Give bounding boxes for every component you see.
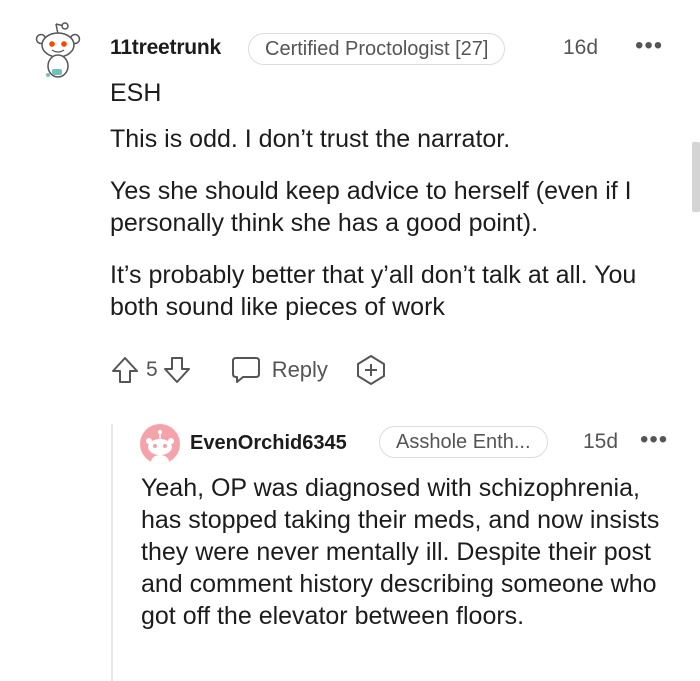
user-flair: Asshole Enth...	[379, 426, 548, 458]
reply-timestamp: 15d	[583, 430, 619, 453]
reply-body: Yeah, OP was diagnosed with schizophreni…	[141, 474, 660, 630]
comment-body: ESH This is odd. I don’t trust the narra…	[110, 77, 685, 343]
comment-paragraph: This is odd. I don’t trust the narrator.	[110, 125, 511, 153]
scrollbar-thumb[interactable]	[692, 142, 700, 212]
reply-label: Reply	[271, 357, 328, 382]
comment-paragraph: ESH	[110, 79, 162, 107]
user-avatar[interactable]	[140, 424, 180, 464]
speech-bubble-icon	[231, 357, 260, 383]
snoo-avatar-icon[interactable]	[34, 20, 84, 82]
award-button[interactable]	[354, 354, 388, 386]
comment-paragraph: Yes she should keep advice to herself (e…	[110, 177, 632, 237]
comment-timestamp: 16d	[563, 36, 599, 59]
downvote-icon[interactable]	[162, 355, 192, 385]
snoo-avatar-icon	[146, 430, 174, 464]
comment-paragraph: It’s probably better that y’all don’t ta…	[110, 261, 637, 321]
reply-author[interactable]: EvenOrchid6345	[190, 432, 347, 455]
comment-author[interactable]: 11treetrunk	[110, 36, 221, 60]
vote-count: 5	[146, 358, 158, 381]
more-options-icon[interactable]: •••	[635, 32, 663, 60]
upvote-icon[interactable]	[110, 355, 140, 385]
user-flair: Certified Proctologist [27]	[248, 33, 506, 65]
more-options-icon[interactable]: •••	[640, 426, 668, 454]
reply-button[interactable]: Reply	[230, 355, 328, 385]
comment-actions: 5 Reply	[110, 352, 388, 388]
thread-line[interactable]	[111, 424, 113, 681]
award-plus-icon	[356, 355, 385, 385]
